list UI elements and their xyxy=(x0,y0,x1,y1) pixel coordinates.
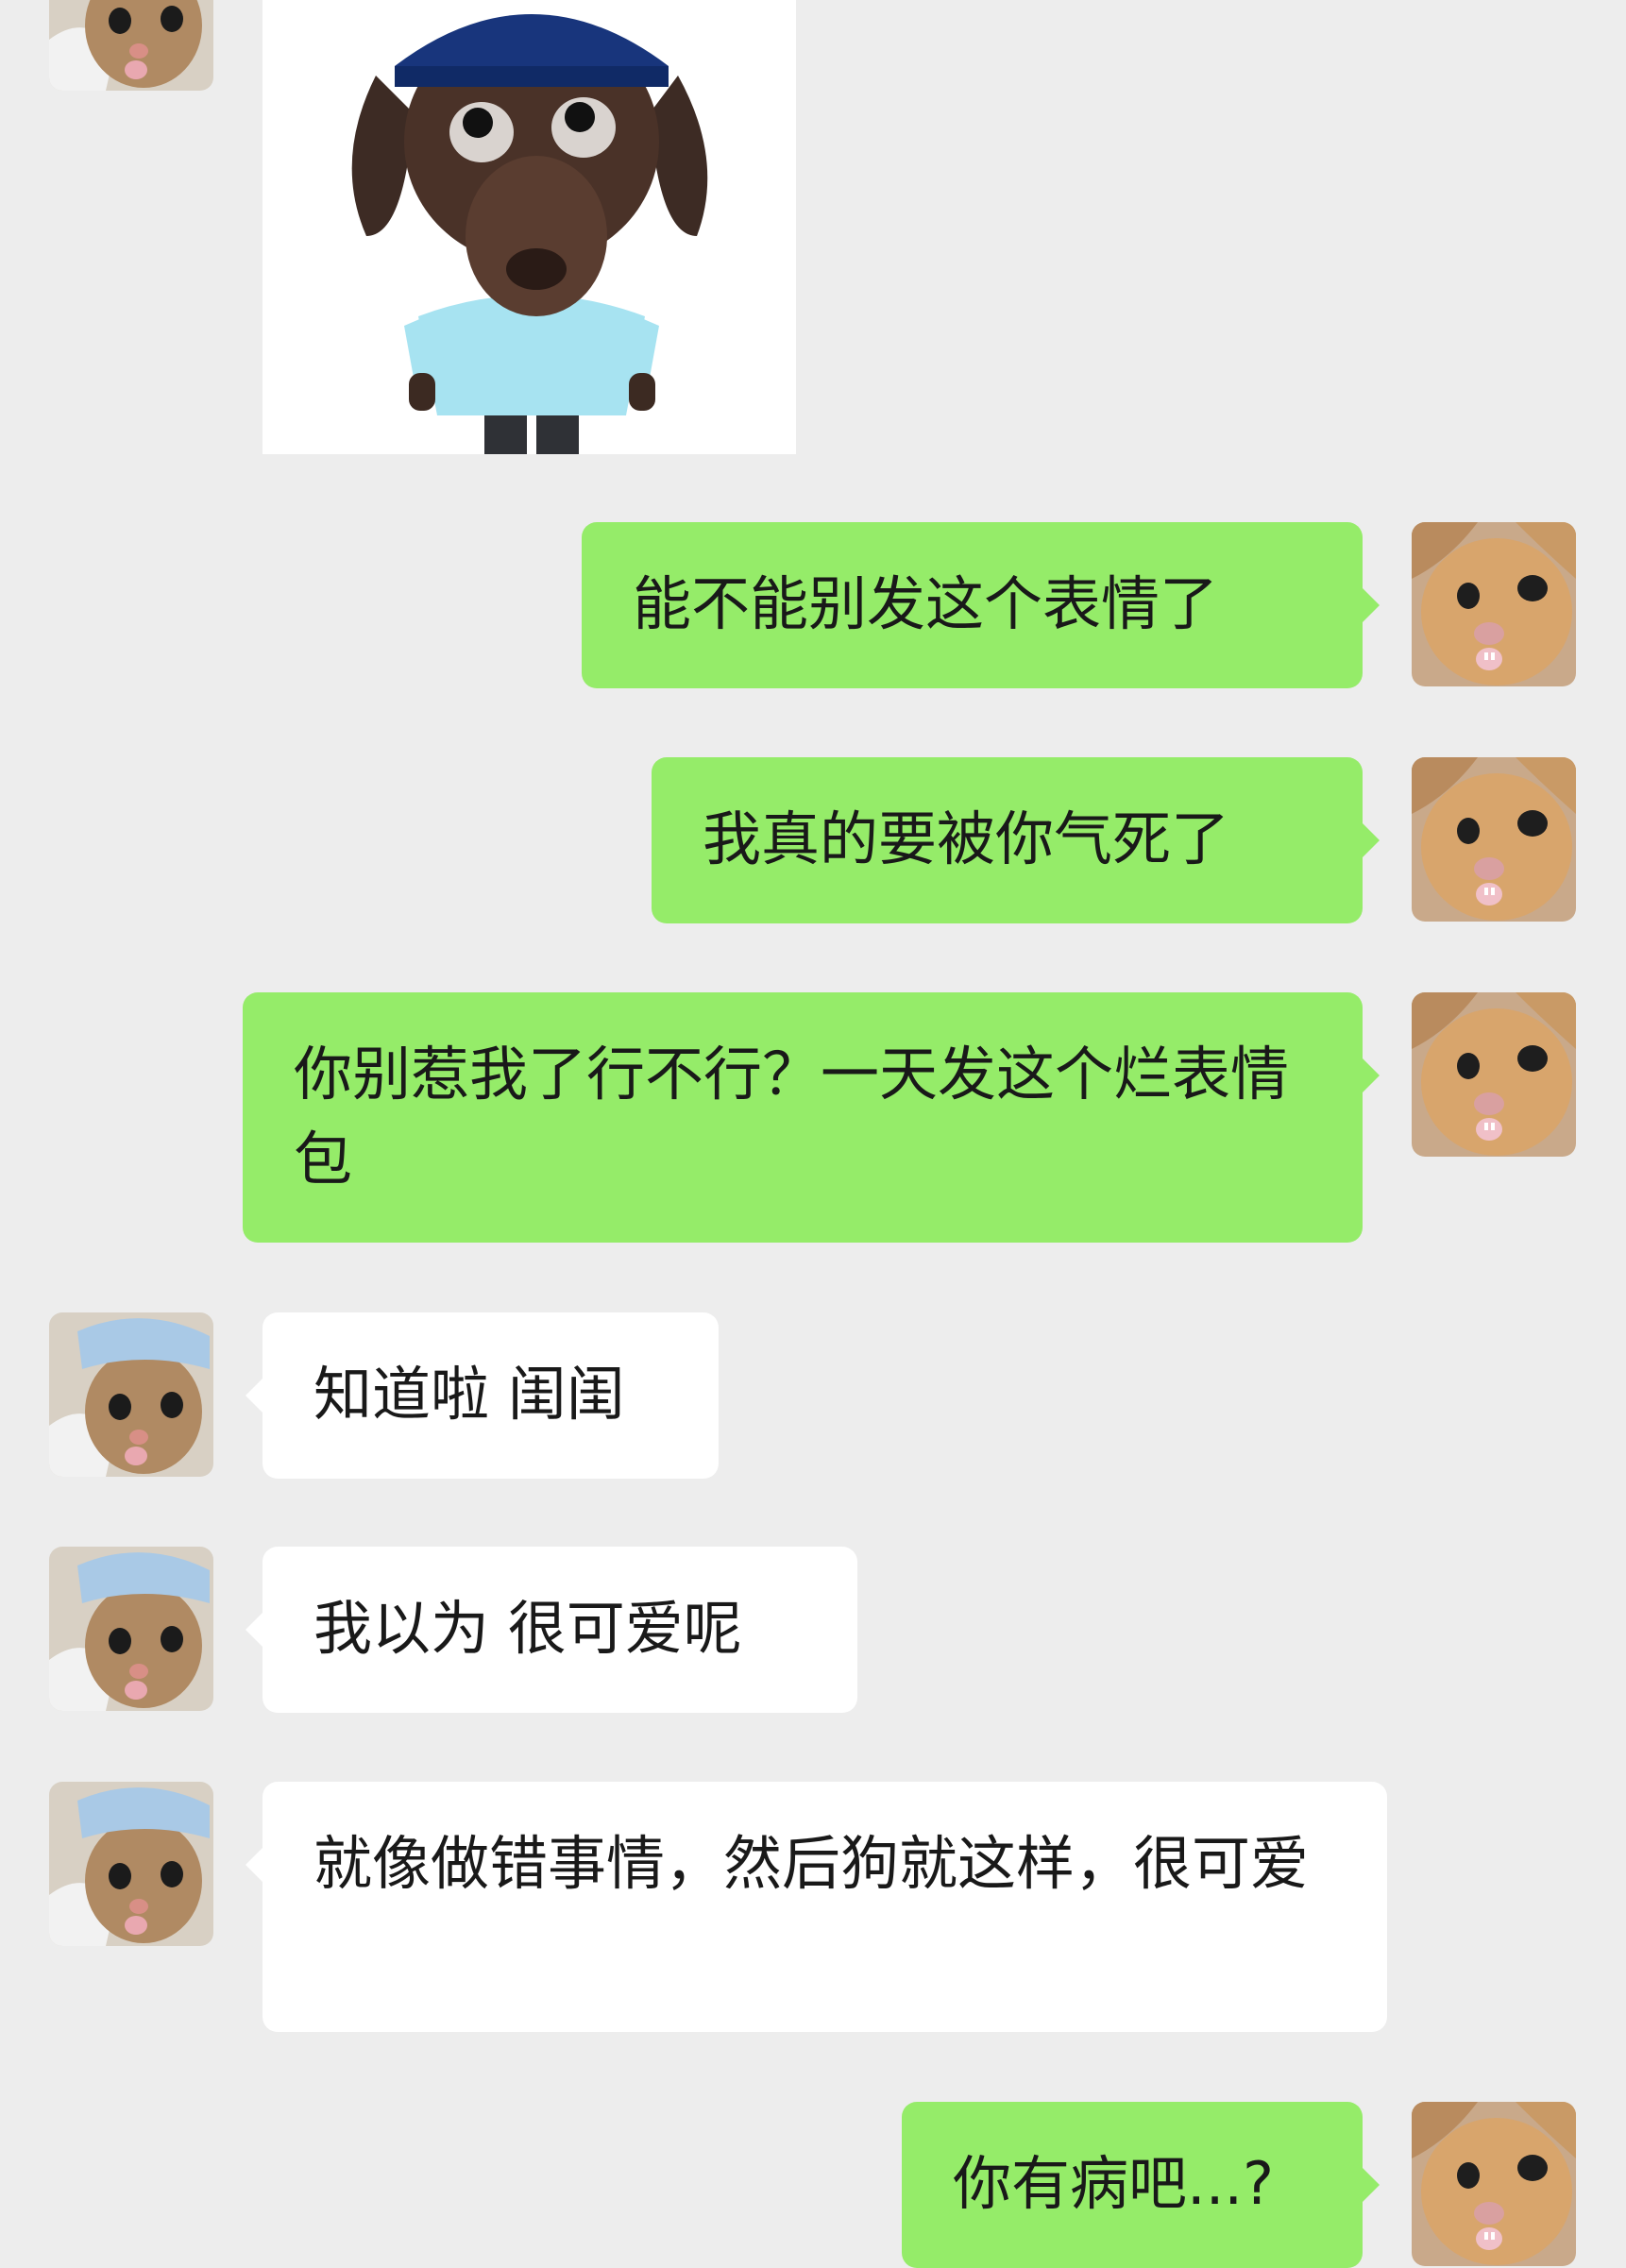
friend-avatar[interactable] xyxy=(49,1547,213,1711)
self-avatar[interactable] xyxy=(1412,992,1576,1157)
sticker-message[interactable] xyxy=(263,0,796,454)
message-text: 我真的要被你气死了 xyxy=(703,804,1230,873)
self-avatar[interactable] xyxy=(1412,522,1576,686)
friend-avatar[interactable] xyxy=(49,1312,213,1477)
outgoing-message-bubble[interactable]: 我真的要被你气死了 xyxy=(652,757,1380,923)
kitten-with-blue-cap-avatar-icon xyxy=(49,1312,213,1477)
message-text: 我以为 很可爱呢 xyxy=(313,1594,742,1663)
outgoing-message-bubble[interactable]: 你别惹我了行不行？一天发这个烂表情包 xyxy=(243,992,1380,1243)
kitten-with-blue-cap-avatar-icon xyxy=(49,1547,213,1711)
incoming-message-bubble[interactable]: 知道啦 闺闺 xyxy=(246,1312,719,1479)
dog-in-cap-sticker-icon xyxy=(263,0,796,454)
self-avatar[interactable] xyxy=(1412,757,1576,922)
friend-avatar[interactable] xyxy=(49,1782,213,1946)
message-text: 知道啦 闺闺 xyxy=(313,1360,625,1429)
incoming-message-bubble[interactable]: 就像做错事情，然后狗就这样，很可爱 xyxy=(246,1782,1387,2032)
kitten-with-blue-cap-avatar-icon xyxy=(49,1782,213,1946)
message-text: 能不能别发这个表情了 xyxy=(633,569,1219,638)
message-text: 你别惹我了行不行？一天发这个烂表情包 xyxy=(294,1040,1290,1193)
chat-message-list[interactable]: 能不能别发这个表情了 我真的要被你气死了 你别惹我了行不行？一天发这个烂表情包 … xyxy=(0,0,1626,2268)
orange-kitten-avatar-icon xyxy=(1412,522,1576,686)
message-text: 就像做错事情，然后狗就这样，很可爱 xyxy=(313,1829,1310,1898)
outgoing-message-bubble[interactable]: 你有病吧...? xyxy=(902,2102,1380,2268)
outgoing-message-bubble[interactable]: 能不能别发这个表情了 xyxy=(582,522,1380,688)
orange-kitten-avatar-icon xyxy=(1412,757,1576,922)
friend-avatar[interactable] xyxy=(49,0,213,91)
orange-kitten-avatar-icon xyxy=(1412,992,1576,1157)
incoming-message-bubble[interactable]: 我以为 很可爱呢 xyxy=(246,1547,857,1713)
kitten-with-blue-cap-avatar-icon xyxy=(49,0,213,91)
message-text: 你有病吧...? xyxy=(953,2149,1275,2218)
